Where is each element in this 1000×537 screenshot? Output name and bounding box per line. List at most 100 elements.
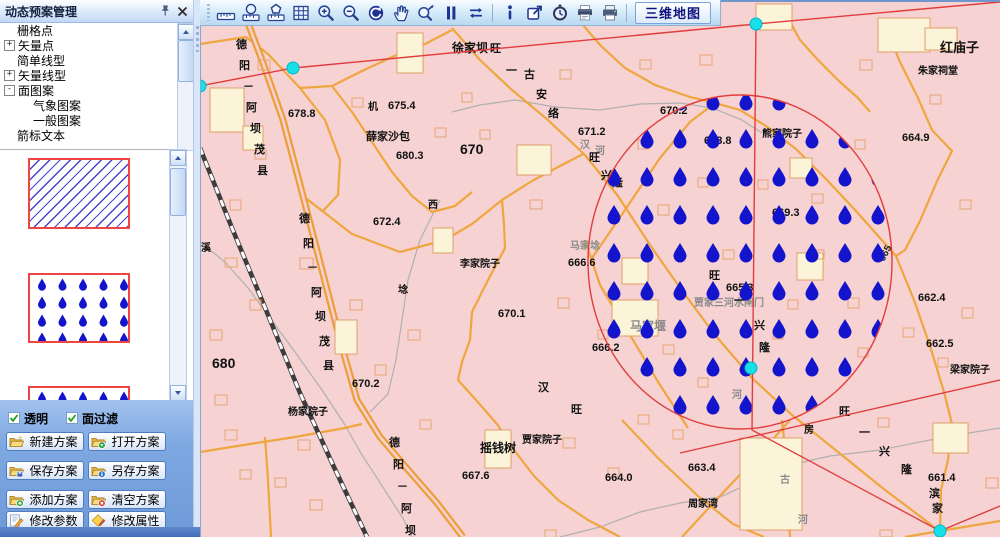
pause-button[interactable] xyxy=(438,2,463,23)
tree-scroll-thumb[interactable] xyxy=(178,40,194,82)
preview-scroll-thumb[interactable] xyxy=(170,168,186,216)
previous-view-button[interactable] xyxy=(363,2,388,23)
place-label-binjia: 家 xyxy=(932,501,944,515)
map-label: 摇钱树 xyxy=(480,440,516,455)
measure-polygon-icon xyxy=(266,3,286,23)
save-plan-button[interactable]: 保存方案 xyxy=(6,461,84,480)
preview-scroll-down-icon[interactable] xyxy=(170,385,186,401)
open-plan-icon xyxy=(91,434,106,449)
pause-icon xyxy=(441,3,461,23)
tree-item-vector-point[interactable]: +矢量点 xyxy=(0,38,178,53)
button-label: 打开方案 xyxy=(108,433,163,450)
tree-item-general-pattern[interactable]: 一般图案 xyxy=(0,113,178,128)
zoom-out-button[interactable] xyxy=(338,2,363,23)
print-preview-button[interactable] xyxy=(572,2,597,23)
rain-area-ellipse[interactable] xyxy=(588,95,892,429)
map-label: 662.5 xyxy=(926,338,954,350)
map-label: 670.1 xyxy=(498,308,526,320)
road-label-deyang-2: 茂 xyxy=(319,334,330,348)
transparent-checkbox[interactable] xyxy=(8,411,20,423)
measure-polygon-button[interactable] xyxy=(263,2,288,23)
add-plan-button[interactable]: 添加方案 xyxy=(6,490,84,509)
rain-drop-swatch[interactable] xyxy=(28,273,130,343)
measure-distance-icon xyxy=(216,3,236,23)
road-label-deyang-1: 阿 xyxy=(246,100,257,114)
clear-plan-button[interactable]: 清空方案 xyxy=(88,490,166,509)
params-plan-icon xyxy=(9,513,24,528)
vertex-handle[interactable] xyxy=(287,62,299,74)
zoom-in-button[interactable] xyxy=(313,2,338,23)
rain-drop-swatch-2[interactable] xyxy=(28,386,130,401)
refresh-button[interactable] xyxy=(463,2,488,23)
zoom-select-button[interactable] xyxy=(413,2,438,23)
tree-item-simple-line[interactable]: 简单线型 xyxy=(0,53,178,68)
map-label: 670 xyxy=(460,141,484,157)
transparent-checkbox-label: 透明 xyxy=(24,410,48,427)
building-block xyxy=(878,18,930,52)
area-filter-checkbox-label: 面过滤 xyxy=(82,410,118,427)
vertex-handle[interactable] xyxy=(934,525,946,537)
road-label-deyang-1: 县 xyxy=(257,164,268,177)
print-icon xyxy=(600,3,620,23)
toolbar-separator xyxy=(492,4,493,22)
building-block xyxy=(933,423,968,453)
map-label: 667.6 xyxy=(462,470,490,482)
button-label: 清空方案 xyxy=(108,491,163,508)
expand-icon[interactable]: + xyxy=(4,40,15,51)
tree-item-area-pattern[interactable]: -面图案 xyxy=(0,83,178,98)
map-label: 670.2 xyxy=(352,378,380,390)
map-label: 梁家院子 xyxy=(949,363,990,376)
pan-button[interactable] xyxy=(388,2,413,23)
road-label-wang-gu: 络 xyxy=(548,106,559,120)
history-clock-button[interactable] xyxy=(547,2,572,23)
preview-scrollbar[interactable] xyxy=(169,149,187,402)
close-icon[interactable] xyxy=(175,4,190,19)
add-plan-icon xyxy=(9,492,24,507)
building-block xyxy=(210,88,244,132)
area-filter-checkbox[interactable] xyxy=(66,411,78,423)
map-svg[interactable]: 马家埝马家堰贾家三河水闸门汉河河古河德阳－阿坝茂县德阳－阿坝茂县德阳－阿坝旺一古… xyxy=(200,0,1000,537)
toolbar-grip-icon[interactable] xyxy=(207,4,210,21)
panel-splitter[interactable] xyxy=(193,0,200,527)
vertex-handle[interactable] xyxy=(750,18,762,30)
history-clock-icon xyxy=(550,3,570,23)
pan-icon xyxy=(391,3,411,23)
map-canvas[interactable]: 马家埝马家堰贾家三河水闸门汉河河古河德阳－阿坝茂县德阳－阿坝茂县德阳－阿坝旺一古… xyxy=(200,0,1000,537)
new-plan-button[interactable]: 新建方案 xyxy=(6,432,84,451)
road-label-deyang-3: 坝 xyxy=(405,523,416,537)
road-label-hanwang-low: 旺 xyxy=(571,403,582,416)
vertex-handle[interactable] xyxy=(745,362,757,374)
open-plan-button[interactable]: 打开方案 xyxy=(88,432,166,451)
tree-item-raster-point[interactable]: 栅格点 xyxy=(0,23,178,38)
grid-button[interactable] xyxy=(288,2,313,23)
road-label-wang-gu: 古 xyxy=(524,67,535,81)
export-button[interactable] xyxy=(522,2,547,23)
map-label: 薛家沙包 xyxy=(366,129,410,143)
tree-item-arrow-text[interactable]: 箭标文本 xyxy=(0,128,178,143)
expand-icon[interactable]: + xyxy=(4,70,15,81)
map-label: 古 xyxy=(780,473,790,486)
map-3d-button[interactable]: 三维地图 xyxy=(635,2,711,24)
saveas-plan-button[interactable]: 另存方案 xyxy=(88,461,166,480)
map-label: 河 xyxy=(798,514,808,526)
toolbar-separator xyxy=(626,4,627,22)
app-window: 马家埝马家堰贾家三河水闸门汉河河古河德阳－阿坝茂县德阳－阿坝茂县德阳－阿坝旺一古… xyxy=(0,0,1000,537)
tree-item-weather-pattern[interactable]: 气象图案 xyxy=(0,98,178,113)
tree-item-vector-line[interactable]: +矢量线型 xyxy=(0,68,178,83)
measure-distance-button[interactable] xyxy=(213,2,238,23)
building-block xyxy=(433,228,453,253)
tree-scroll-up-icon[interactable] xyxy=(178,24,194,40)
road-label-deyang-2: 德 xyxy=(298,211,310,225)
identify-button[interactable] xyxy=(497,2,522,23)
clear-plan-icon xyxy=(91,492,106,507)
diagonal-hatch-swatch[interactable] xyxy=(28,158,130,229)
plan-manager-panel: 动态预案管理 栅格点+矢量点简单线型+矢量线型-面图案气象图案一般图案箭标文本 … xyxy=(0,0,201,537)
preview-scroll-up-icon[interactable] xyxy=(170,150,186,166)
print-button[interactable] xyxy=(597,2,622,23)
pin-icon[interactable] xyxy=(157,4,172,19)
road-label-deyang-1: 坝 xyxy=(250,121,261,135)
pattern-preview-list xyxy=(0,149,170,401)
collapse-icon[interactable]: - xyxy=(4,85,15,96)
splitter-grip-icon xyxy=(196,26,199,52)
measure-circle-button[interactable] xyxy=(238,2,263,23)
